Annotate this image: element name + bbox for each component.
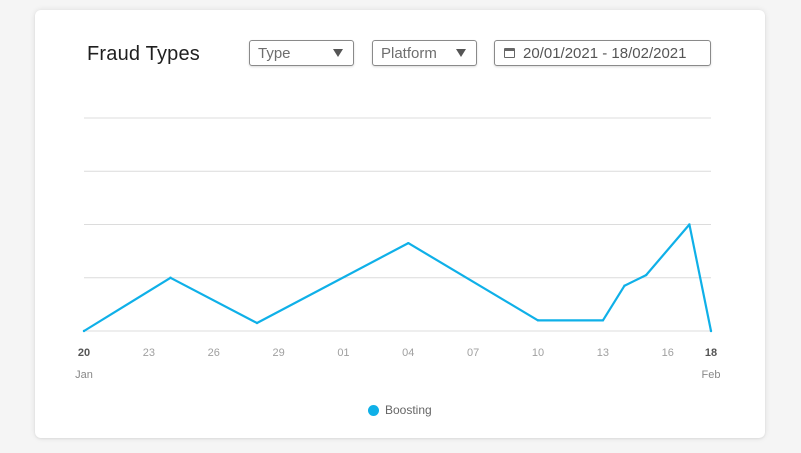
legend-label-boosting[interactable]: Boosting xyxy=(385,403,432,417)
data-point xyxy=(688,223,691,226)
x-tick-label: 07 xyxy=(467,347,479,359)
data-point xyxy=(169,276,172,279)
legend-dot-icon xyxy=(368,404,379,416)
data-point xyxy=(536,319,540,322)
x-tick-month-label: Feb xyxy=(702,369,721,381)
chart-legend: Boosting xyxy=(368,403,432,417)
data-point xyxy=(601,319,605,322)
x-tick-label: 01 xyxy=(337,347,349,359)
x-tick-label: 04 xyxy=(402,347,414,359)
data-point xyxy=(82,329,86,333)
line-chart: 20 Jan 23 26 29 01 04 07 10 13 16 18 Feb xyxy=(75,117,721,381)
data-point xyxy=(623,284,626,287)
x-tick-label: 10 xyxy=(532,347,544,359)
fraud-types-card: Fraud Types Type Platform 20/01/2021 - 1… xyxy=(35,10,765,438)
x-tick-label: 20 xyxy=(78,347,90,359)
data-point xyxy=(407,241,410,245)
x-tick-label: 29 xyxy=(272,347,284,359)
data-point xyxy=(255,321,259,325)
data-point xyxy=(709,329,713,333)
x-tick-label: 16 xyxy=(662,347,674,359)
x-tick-label: 18 xyxy=(705,347,717,359)
x-tick-label: 26 xyxy=(208,347,220,359)
data-point xyxy=(644,273,648,277)
x-tick-label: 23 xyxy=(143,347,155,359)
x-tick-label: 13 xyxy=(597,347,609,359)
x-tick-month-label: Jan xyxy=(75,369,93,381)
